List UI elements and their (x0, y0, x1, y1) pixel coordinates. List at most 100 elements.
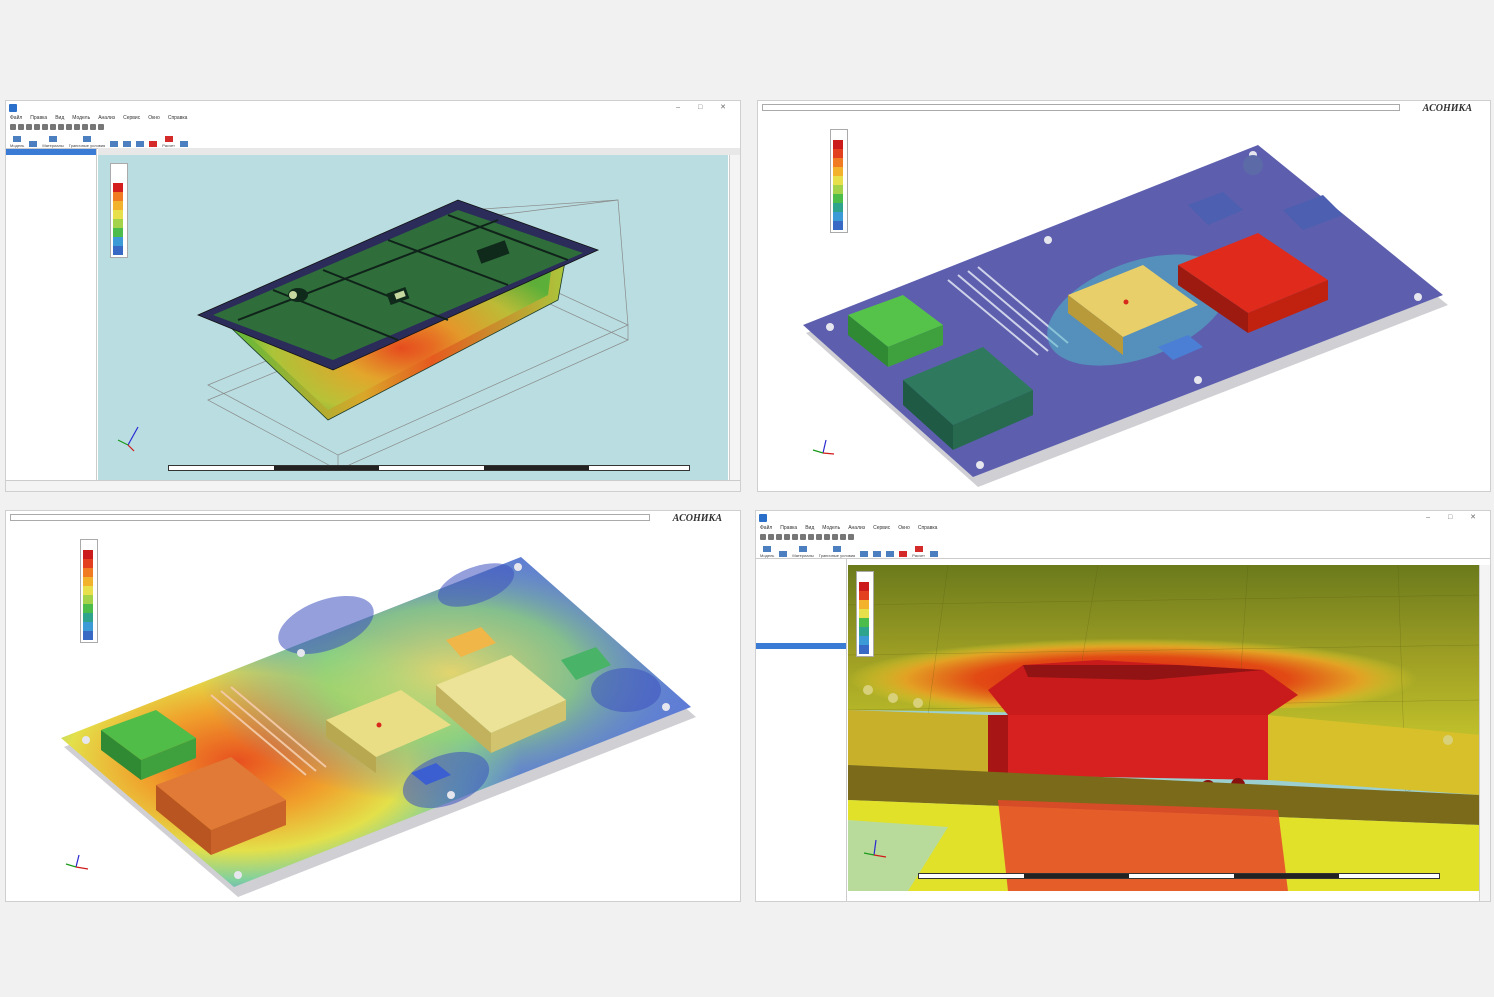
color-legend (830, 129, 848, 233)
new-icon[interactable] (760, 534, 766, 540)
open-icon[interactable] (18, 124, 24, 130)
menu-item-view[interactable]: Вид (805, 525, 814, 532)
axis-triad (812, 439, 835, 455)
undo-icon[interactable] (784, 534, 790, 540)
tree-item[interactable] (6, 197, 96, 203)
fit-icon[interactable] (848, 534, 854, 540)
brand-logo: АСОНИКА (1422, 103, 1472, 114)
window-controls[interactable]: ‒ □ ✕ (1426, 511, 1484, 525)
legend-color-bar (833, 140, 843, 230)
ribbon-calculate-button[interactable]: Расчет (912, 546, 925, 558)
undo-icon[interactable] (34, 124, 40, 130)
model-tree (756, 559, 847, 901)
color-legend (856, 571, 874, 657)
ribbon-button[interactable] (29, 141, 38, 148)
result-window-header (6, 511, 740, 523)
properties-pane[interactable] (729, 155, 740, 491)
window-titlebar: ‒ □ ✕ (756, 511, 1490, 525)
menu-item-service[interactable]: Сервис (873, 525, 890, 532)
pan-icon[interactable] (90, 124, 96, 130)
chip-closeup-model (848, 565, 1480, 891)
zoom-icon[interactable] (74, 124, 80, 130)
document-tabs (98, 148, 740, 155)
properties-pane[interactable] (1479, 565, 1490, 901)
paste-icon[interactable] (66, 124, 72, 130)
cut-icon[interactable] (800, 534, 806, 540)
ribbon-button[interactable] (886, 551, 895, 558)
brand-logo: АСОНИКА (672, 513, 722, 524)
ribbon-boundary-conditions-button[interactable]: Граничные условия (819, 546, 855, 558)
rotate-icon[interactable] (832, 534, 838, 540)
menu-item-window[interactable]: Окно (898, 525, 910, 532)
result-title-field (762, 104, 1400, 111)
pcb-model-gradient (61, 557, 696, 897)
fit-icon[interactable] (98, 124, 104, 130)
substrate-left (848, 710, 988, 775)
menu-item-edit[interactable]: Правка (780, 525, 797, 532)
copy-icon[interactable] (58, 124, 64, 130)
legend-color-bar (83, 550, 93, 640)
window-titlebar: ‒ □ ✕ (6, 101, 740, 115)
ribbon-button[interactable] (149, 141, 158, 148)
menu-item-file[interactable]: Файл (10, 115, 22, 122)
paste-icon[interactable] (816, 534, 822, 540)
cut-icon[interactable] (50, 124, 56, 130)
ribbon-button[interactable] (899, 551, 908, 558)
menu-item-service[interactable]: Сервис (123, 115, 140, 122)
pan-icon[interactable] (840, 534, 846, 540)
menu-item-window[interactable]: Окно (148, 115, 160, 122)
color-legend (110, 163, 128, 258)
scale-bar (168, 465, 690, 471)
ribbon-button[interactable] (860, 551, 869, 558)
new-icon[interactable] (10, 124, 16, 130)
chassis-model (117, 199, 629, 471)
menu-item-model[interactable]: Модель (72, 115, 90, 122)
menu-item-analysis[interactable]: Анализ (98, 115, 115, 122)
3d-viewport[interactable] (98, 155, 728, 481)
ribbon-button[interactable] (779, 551, 788, 558)
rotate-icon[interactable] (82, 124, 88, 130)
pcb-model (803, 145, 1448, 487)
save-icon[interactable] (776, 534, 782, 540)
scale-bar (918, 873, 1440, 879)
ribbon-button[interactable] (929, 551, 938, 558)
open-icon[interactable] (768, 534, 774, 540)
ribbon-materials-button[interactable]: Материалы (42, 136, 64, 148)
ribbon-button[interactable] (110, 141, 119, 148)
window-chip-closeup: ‒ □ ✕ Файл Правка Вид Модель Анализ Серв… (755, 510, 1491, 902)
menu-bar: Файл Правка Вид Модель Анализ Сервис Окн… (6, 115, 740, 122)
window-controls[interactable]: ‒ □ ✕ (676, 101, 734, 115)
3d-viewport[interactable] (6, 525, 740, 901)
app-icon (759, 514, 767, 522)
ribbon-boundary-conditions-button[interactable]: Граничные условия (69, 136, 105, 148)
ribbon-button[interactable] (123, 141, 132, 148)
ribbon-button[interactable] (873, 551, 882, 558)
result-window-header (758, 101, 1490, 113)
redo-icon[interactable] (792, 534, 798, 540)
tree-item[interactable] (756, 643, 846, 649)
menu-item-file[interactable]: Файл (760, 525, 772, 532)
ribbon-button[interactable] (136, 141, 145, 148)
ribbon-materials-button[interactable]: Материалы (792, 546, 814, 558)
ribbon-toolbar: Модель Материалы Граничные условия Расче… (756, 542, 1490, 559)
3d-viewport[interactable] (848, 565, 1480, 891)
ribbon-button[interactable] (179, 141, 188, 148)
axis-triad (117, 426, 139, 452)
ribbon-calculate-button[interactable]: Расчет (162, 136, 175, 148)
ribbon-model-button[interactable]: Модель (760, 546, 774, 558)
copy-icon[interactable] (808, 534, 814, 540)
legend-color-bar (113, 174, 123, 255)
quick-toolbar (756, 532, 1490, 542)
menu-item-model[interactable]: Модель (822, 525, 840, 532)
ribbon-model-button[interactable]: Модель (10, 136, 24, 148)
menu-item-help[interactable]: Справка (918, 525, 938, 532)
3d-viewport[interactable] (758, 115, 1490, 491)
save-icon[interactable] (26, 124, 32, 130)
zoom-icon[interactable] (824, 534, 830, 540)
menu-item-analysis[interactable]: Анализ (848, 525, 865, 532)
menu-item-view[interactable]: Вид (55, 115, 64, 122)
window-pcb-thermal-2: АСОНИКА (5, 510, 741, 902)
redo-icon[interactable] (42, 124, 48, 130)
menu-item-edit[interactable]: Правка (30, 115, 47, 122)
menu-item-help[interactable]: Справка (168, 115, 188, 122)
